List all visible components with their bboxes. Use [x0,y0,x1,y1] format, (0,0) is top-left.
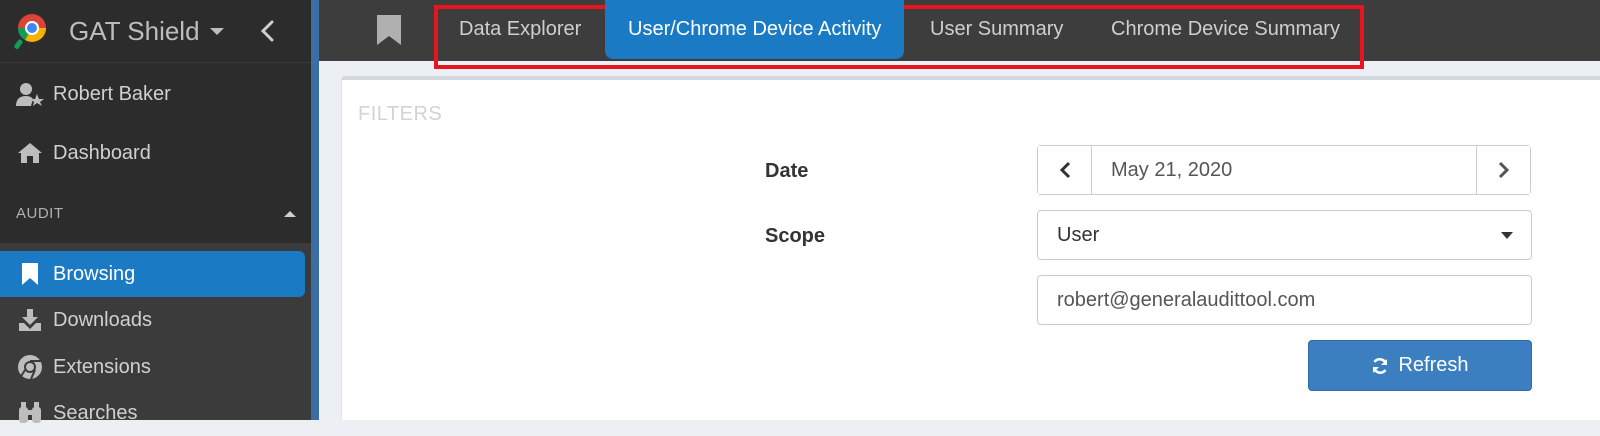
sidebar-item-extensions[interactable]: Extensions [0,344,305,390]
sidebar-item-browsing[interactable]: Browsing [0,251,305,297]
sidebar-divider [311,0,319,420]
scope-selected-value: User [1057,223,1100,246]
binoculars-icon [16,399,44,427]
date-label: Date [765,160,809,182]
home-icon [16,139,44,167]
user-email-input[interactable]: robert@generalaudittool.com [1037,275,1532,325]
app-title[interactable]: GAT Shield [69,16,200,47]
scope-label: Scope [765,225,826,247]
date-input[interactable]: May 21, 2020 [1091,146,1477,194]
sidebar-item-searches[interactable]: Searches [0,390,305,436]
refresh-button-label: Refresh [1398,354,1469,376]
top-tab-bar: Data Explorer User/Chrome Device Activit… [319,0,1600,69]
sidebar: GAT Shield Robert Baker Dashboard AUDIT … [0,0,311,424]
app-menu-caret-icon[interactable] [209,27,224,35]
tab-user-chrome-device-activity[interactable]: User/Chrome Device Activity [605,0,905,59]
sidebar-section-label: AUDIT [16,205,64,222]
sidebar-item-dashboard[interactable]: Dashboard [0,130,305,176]
filters-panel: FILTERS Date May 21, 2020 Scope User rob… [341,76,1600,420]
sidebar-item-downloads[interactable]: Downloads [0,297,305,343]
chevron-right-icon [1498,161,1509,179]
chevron-up-icon [284,210,296,217]
sidebar-user-name: Robert Baker [53,82,171,105]
sidebar-item-label: Browsing [53,262,136,285]
sidebar-item-label: Searches [53,401,138,424]
sidebar-item-label: Extensions [53,355,151,378]
next-date-button[interactable] [1477,146,1530,194]
sidebar-item-label: Dashboard [53,141,151,164]
sidebar-item-label: Downloads [53,308,152,331]
bookmark-icon [16,260,44,288]
tab-user-summary[interactable]: User Summary [907,0,1086,59]
tab-chrome-device-summary[interactable]: Chrome Device Summary [1088,0,1363,59]
scope-select[interactable]: User [1037,210,1532,260]
brand-header: GAT Shield [0,0,311,63]
app-logo-icon [14,14,46,50]
bookmark-icon[interactable] [376,14,402,46]
collapse-sidebar-icon[interactable] [252,16,282,46]
chrome-icon [16,353,44,381]
previous-date-button[interactable] [1038,146,1091,194]
user-star-icon [16,80,44,108]
filters-heading: FILTERS [358,103,443,125]
download-icon [16,306,44,334]
refresh-button[interactable]: Refresh [1308,340,1532,391]
sidebar-user[interactable]: Robert Baker [0,71,305,117]
date-picker: May 21, 2020 [1037,145,1531,195]
tab-data-explorer[interactable]: Data Explorer [436,0,604,59]
sidebar-section-audit[interactable]: AUDIT [16,205,296,222]
chevron-left-icon [1059,161,1070,179]
caret-down-icon [1501,231,1513,239]
refresh-icon [1371,357,1389,375]
